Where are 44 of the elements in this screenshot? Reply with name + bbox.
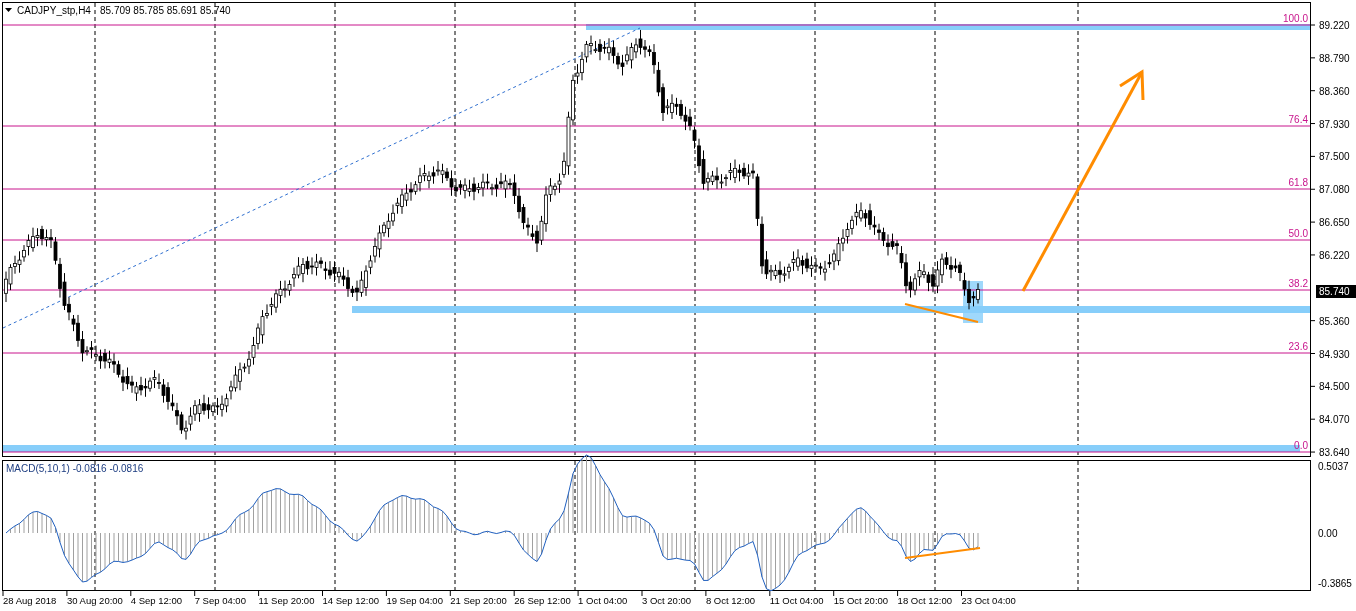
time-axis-label: 8 Oct 12:00 [705, 595, 756, 606]
time-axis-label: 23 Oct 04:00 [961, 595, 1016, 606]
current-price-label: 85.740 [1319, 286, 1350, 297]
chart-symbol: CADJPY_stp,H4 [17, 5, 91, 16]
time-axis-label: 18 Oct 12:00 [897, 595, 952, 606]
price-axis-label: 88.360 [1319, 85, 1350, 97]
time-axis-label: 11 Oct 04:00 [769, 595, 824, 606]
price-axis-label: 89.220 [1319, 20, 1350, 31]
time-axis-label: 28 Aug 2018 [3, 595, 57, 606]
price-axis-label: 87.080 [1319, 184, 1350, 196]
time-axis-label: 30 Aug 20:00 [66, 595, 123, 606]
time-axis-label: 19 Sep 04:00 [386, 595, 443, 606]
macd-axis-label: 0.00 [1318, 528, 1338, 539]
fib-level-label: 23.6 [1288, 341, 1308, 352]
time-axis-label: 7 Sep 04:00 [194, 595, 246, 606]
price-axis-label: 83.640 [1319, 447, 1350, 459]
time-axis-label: 11 Sep 20:00 [258, 595, 315, 606]
price-axis-label: 86.220 [1319, 249, 1350, 261]
price-axis-label: 88.790 [1319, 52, 1350, 64]
price-axis-label: 86.650 [1319, 217, 1350, 229]
fib-level-label: 0.0 [1294, 440, 1308, 451]
macd-axis-label: 0.5037 [1318, 461, 1349, 472]
price-axis-label: 87.500 [1319, 151, 1350, 163]
time-axis-label: 14 Sep 12:00 [322, 595, 380, 606]
price-axis-label: 87.930 [1319, 118, 1350, 130]
time-axis-label: 1 Oct 04:00 [578, 595, 628, 606]
time-axis-label: 4 Sep 12:00 [130, 595, 183, 606]
price-axis-label: 84.500 [1319, 381, 1350, 393]
time-axis-label: 21 Sep 20:00 [450, 595, 507, 606]
fib-level-label: 61.8 [1288, 177, 1308, 188]
ohlc-values: 85.709 85.785 85.691 85.740 [100, 5, 231, 16]
price-axis-label: 85.360 [1319, 315, 1350, 327]
fib-level-label: 38.2 [1288, 278, 1308, 289]
time-axis-label: 15 Oct 20:00 [833, 595, 889, 606]
price-axis-label: 84.070 [1319, 414, 1350, 426]
fib-level-label: 76.4 [1288, 114, 1308, 125]
dropdown-icon[interactable] [5, 8, 12, 12]
time-axis-label: 26 Sep 12:00 [514, 595, 571, 606]
fib-level-label: 50.0 [1288, 228, 1308, 239]
time-axis-label: 3 Oct 20:00 [642, 595, 692, 606]
price-axis-label: 84.930 [1319, 348, 1350, 360]
macd-axis-label: -0.3865 [1318, 578, 1352, 589]
macd-header: MACD(5,10,1) -0.0816 -0.0816 [6, 463, 144, 474]
fib-level-label: 100.0 [1282, 13, 1308, 24]
